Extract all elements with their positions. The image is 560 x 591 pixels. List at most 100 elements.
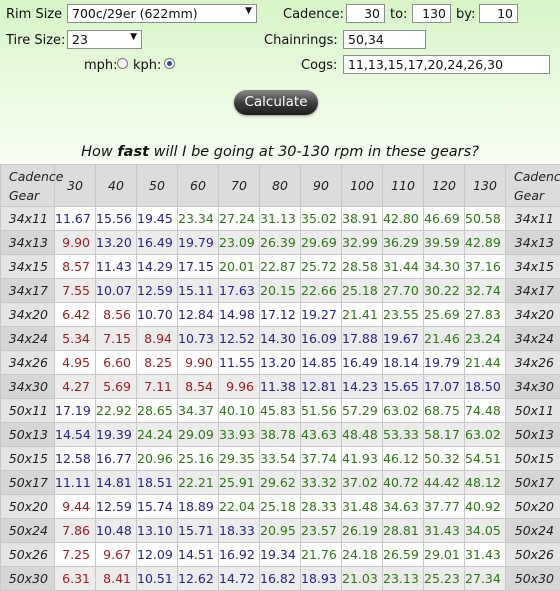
speed-cell: 31.13 — [260, 207, 301, 231]
corner-gear-label: Gear — [514, 186, 560, 205]
speed-cell: 26.19 — [342, 519, 383, 543]
speed-cell: 16.49 — [342, 351, 383, 375]
speed-cell: 16.82 — [260, 567, 301, 591]
speed-cell: 32.99 — [342, 231, 383, 255]
gear-calculator-form: Rim Size 700c/29er (622mm) ▼ Tire Size: … — [0, 0, 560, 162]
heading-text-before: How — [81, 144, 117, 160]
speed-cell: 8.54 — [178, 375, 219, 399]
speed-cell: 16.92 — [219, 543, 260, 567]
cadence-header: 110 — [383, 165, 424, 207]
calculate-button[interactable]: Calculate — [234, 90, 318, 115]
speed-cell: 23.24 — [465, 327, 506, 351]
speed-cell: 20.95 — [260, 519, 301, 543]
speed-cell: 58.17 — [424, 423, 465, 447]
speed-cell: 9.96 — [219, 375, 260, 399]
corner-gear-label: Gear — [9, 186, 54, 205]
cadence-header: 100 — [342, 165, 383, 207]
gear-label: 50x11 — [506, 399, 560, 423]
speed-cell: 15.11 — [178, 279, 219, 303]
speed-cell: 34.37 — [178, 399, 219, 423]
speed-cell: 12.59 — [96, 495, 137, 519]
speed-cell: 25.16 — [178, 447, 219, 471]
speed-cell: 21.44 — [465, 351, 506, 375]
speed-cell: 7.11 — [137, 375, 178, 399]
speed-cell: 21.41 — [342, 303, 383, 327]
speed-cell: 25.69 — [424, 303, 465, 327]
speed-cell: 12.84 — [178, 303, 219, 327]
speed-cell: 10.70 — [137, 303, 178, 327]
speed-cell: 44.42 — [424, 471, 465, 495]
gear-label: 50x15 — [1, 447, 55, 471]
cadence-header: 120 — [424, 165, 465, 207]
cadence-header: 40 — [96, 165, 137, 207]
speed-cell: 15.56 — [96, 207, 137, 231]
speed-cell: 29.69 — [301, 231, 342, 255]
speed-cell: 19.27 — [301, 303, 342, 327]
gear-label: 34x30 — [506, 375, 560, 399]
speed-cell: 29.09 — [178, 423, 219, 447]
speed-cell: 4.95 — [55, 351, 96, 375]
speed-cell: 19.79 — [424, 351, 465, 375]
cadence-header: 50 — [137, 165, 178, 207]
cogs-input[interactable]: 11,13,15,17,20,24,26,30 — [343, 55, 550, 74]
speed-cell: 13.20 — [260, 351, 301, 375]
speed-cell: 32.74 — [465, 279, 506, 303]
speed-cell: 50.32 — [424, 447, 465, 471]
speed-cell: 8.25 — [137, 351, 178, 375]
gear-label: 34x26 — [506, 351, 560, 375]
speed-cell: 22.92 — [96, 399, 137, 423]
speed-cell: 17.63 — [219, 279, 260, 303]
cadence-header: 60 — [178, 165, 219, 207]
speed-cell: 54.51 — [465, 447, 506, 471]
gear-label: 34x20 — [506, 303, 560, 327]
mph-radio[interactable] — [117, 58, 128, 69]
speed-cell: 22.66 — [301, 279, 342, 303]
table-row: 50x209.4412.5915.7418.8922.0425.1828.333… — [1, 495, 560, 519]
speed-cell: 22.21 — [178, 471, 219, 495]
gear-label: 34x13 — [1, 231, 55, 255]
speed-cell: 8.57 — [55, 255, 96, 279]
speed-cell: 37.74 — [301, 447, 342, 471]
cadence-to-input[interactable]: 130 — [412, 4, 451, 23]
speed-cell: 22.04 — [219, 495, 260, 519]
speed-cell: 50.58 — [465, 207, 506, 231]
speed-cell: 18.50 — [465, 375, 506, 399]
speed-cell: 37.16 — [465, 255, 506, 279]
kph-radio[interactable] — [164, 58, 175, 69]
speed-cell: 38.91 — [342, 207, 383, 231]
speed-cell: 18.14 — [383, 351, 424, 375]
table-row: 34x206.428.5610.7012.8414.9817.1219.2721… — [1, 303, 560, 327]
speed-cell: 42.89 — [465, 231, 506, 255]
tire-size-select[interactable]: 23 ▼ — [67, 30, 142, 49]
cadence-header: 80 — [260, 165, 301, 207]
speed-cell: 11.43 — [96, 255, 137, 279]
speed-cell: 19.79 — [178, 231, 219, 255]
speed-cell: 29.62 — [260, 471, 301, 495]
speed-cell: 18.51 — [137, 471, 178, 495]
chainrings-input[interactable]: 50,34 — [343, 30, 426, 49]
gear-label: 34x24 — [506, 327, 560, 351]
speed-cell: 16.77 — [96, 447, 137, 471]
table-row: 34x245.347.158.9410.7312.5214.3016.0917.… — [1, 327, 560, 351]
speed-cell: 25.23 — [424, 567, 465, 591]
table-row: 50x267.259.6712.0914.5116.9219.3421.7624… — [1, 543, 560, 567]
speed-cell: 11.67 — [55, 207, 96, 231]
gear-label: 50x17 — [1, 471, 55, 495]
table-body: 34x1111.6715.5619.4523.3427.2431.1335.02… — [1, 207, 560, 591]
gear-label: 50x13 — [1, 423, 55, 447]
gear-label: 34x30 — [1, 375, 55, 399]
mph-label: mph: — [84, 58, 118, 73]
gear-label: 34x17 — [1, 279, 55, 303]
speed-cell: 23.57 — [301, 519, 342, 543]
speed-cell: 34.05 — [465, 519, 506, 543]
gear-label: 34x24 — [1, 327, 55, 351]
cadence-from-input[interactable]: 30 — [346, 4, 385, 23]
speed-cell: 23.09 — [219, 231, 260, 255]
speed-cell: 24.24 — [137, 423, 178, 447]
speed-cell: 27.34 — [465, 567, 506, 591]
speed-cell: 18.93 — [301, 567, 342, 591]
gear-label: 34x11 — [506, 207, 560, 231]
cadence-step-input[interactable]: 10 — [479, 4, 518, 23]
rim-size-select[interactable]: 700c/29er (622mm) ▼ — [67, 4, 257, 23]
speed-cell: 25.18 — [260, 495, 301, 519]
